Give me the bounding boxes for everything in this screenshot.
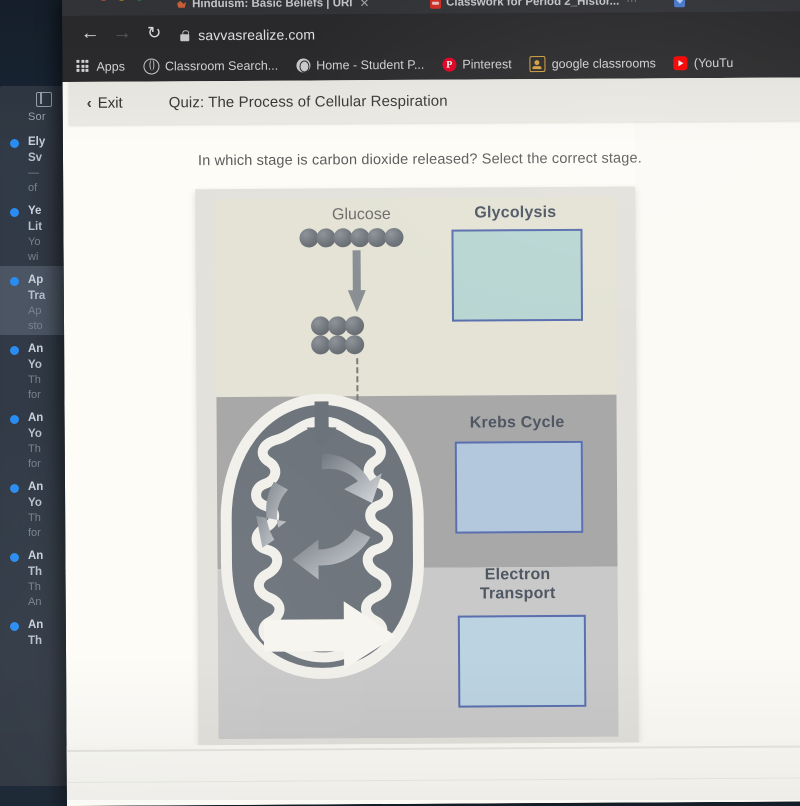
window-maximize-button[interactable] [133,0,146,1]
unread-dot-icon [10,553,19,562]
youtube-icon [430,0,442,9]
sort-label[interactable]: Sor [28,111,46,123]
browser-toolbar: ← → ↻ savvasrealize.com [62,11,800,52]
browser-tab[interactable]: Hinduism: Basic Beliefs | URI ✕ [176,0,372,15]
flame-icon [176,0,187,10]
web-page: ‹ Exit Quiz: The Process of Cellular Res… [62,77,800,806]
stage-label-glycolysis: Glycolysis [474,203,557,222]
chevron-left-icon: ‹ [86,94,92,112]
bookmark-label: Apps [96,59,125,74]
back-arrow-icon[interactable]: ← [78,22,102,46]
unread-dot-icon [10,346,19,355]
answer-box-krebs[interactable] [454,440,584,534]
window-minimize-button[interactable] [115,0,128,1]
stage-label-electron-transport: Electron Transport [447,565,587,604]
apps-grid-icon [76,59,90,74]
glucose-molecule-icon [299,227,404,248]
mitochondrion-icon [214,391,431,682]
bookmark-google-classrooms[interactable]: google classrooms [529,55,656,73]
window-close-button[interactable] [97,0,110,1]
exit-button[interactable]: ‹ Exit [87,95,123,112]
stage-label-line1: Electron [484,566,551,584]
bookmark-youtube[interactable]: (YouTu [673,55,734,71]
panel-toggle-icon[interactable] [36,92,52,107]
tab-title: Hinduism: Basic Beliefs | URI [192,0,353,11]
url-text: savvasrealize.com [198,26,316,44]
unread-dot-icon [10,208,19,217]
close-icon[interactable]: ⋯ [624,0,639,7]
mail-icon [674,0,686,7]
unread-dot-icon [10,277,19,286]
lock-icon [180,29,190,41]
bookmark-home-student-portal[interactable]: Home - Student P... [296,58,424,73]
close-icon[interactable]: ✕ [357,0,371,10]
bookmark-label: google classrooms [551,56,656,72]
bookmark-apps[interactable]: Apps [76,60,125,74]
google-classroom-icon [529,56,546,73]
bookmark-label: Pinterest [462,57,512,72]
bookmark-label: (YouTu [693,55,734,71]
answer-box-electron-transport[interactable] [457,614,587,708]
stage-label-krebs: Krebs Cycle [469,413,565,432]
pyruvate-molecule-icon [310,316,365,336]
answer-box-glycolysis[interactable] [451,228,584,322]
browser-window: Hinduism: Basic Beliefs | URI ✕ Classwor… [62,0,800,806]
bookmark-pinterest[interactable]: P Pinterest [442,57,512,72]
bookmark-label: Classroom Search... [164,58,279,74]
unread-dot-icon [10,622,19,631]
bookmark-label: Home - Student P... [316,57,425,73]
page-right-margin [634,77,800,803]
pinterest-icon: P [442,57,457,72]
unread-dot-icon [10,139,19,148]
glucose-label: Glucose [331,205,391,224]
pyruvate-molecule-icon [311,335,365,355]
youtube-icon [673,56,688,71]
question-text: In which stage is carbon dioxide release… [197,150,642,170]
globe-icon [142,58,159,75]
tab-title: Classwork for Period 2_Histor... [446,0,620,9]
unread-dot-icon [10,415,19,424]
reload-icon[interactable]: ↻ [142,21,166,45]
quiz-header-bar: ‹ Exit Quiz: The Process of Cellular Res… [68,77,800,125]
address-bar[interactable]: savvasrealize.com [180,26,315,43]
stage-label-line2: Transport [479,584,556,603]
browser-tab[interactable] [674,0,690,12]
cellular-respiration-diagram: Glucose Glycolysis Krebs Cycle Electron … [195,186,639,746]
page-title: Quiz: The Process of Cellular Respiratio… [168,92,448,112]
down-arrow-icon [347,250,366,313]
forward-arrow-icon[interactable]: → [110,22,134,46]
globe-filled-icon [296,58,311,73]
exit-label: Exit [97,94,123,112]
bookmark-classroom-search[interactable]: Classroom Search... [142,58,279,75]
unread-dot-icon [10,484,19,493]
bookmarks-bar: Apps Classroom Search... Home - Student … [62,47,800,82]
